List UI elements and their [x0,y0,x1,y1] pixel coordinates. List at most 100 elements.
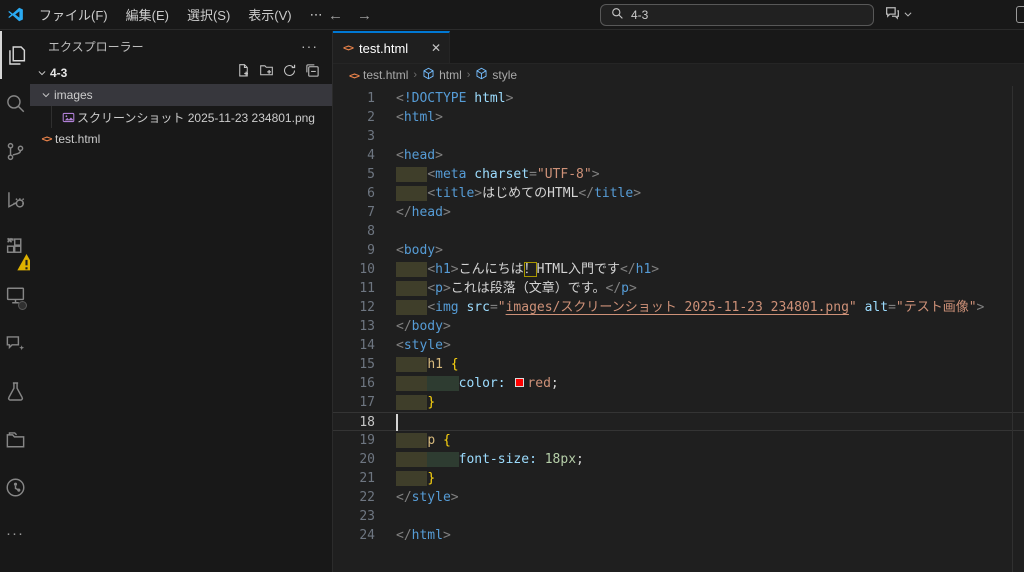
image-file-icon [60,111,77,124]
code-line-5[interactable]: 5 <meta charset="UTF-8"> [333,165,1024,184]
vscode-logo-icon[interactable] [0,6,30,23]
code-line-9[interactable]: 9<body> [333,241,1024,260]
files-explorer-icon[interactable] [0,31,30,79]
command-center-search[interactable]: 4-3 [600,4,874,26]
code-line-1[interactable]: 1<!DOCTYPE html> [333,89,1024,108]
explorer-section-header[interactable]: 4-3 [30,61,332,84]
code-line-24[interactable]: 24</html> [333,526,1024,545]
breadcrumb-item-style[interactable]: style [475,67,517,83]
extensions-icon[interactable] [0,223,30,271]
gutter-space [375,507,396,526]
title-bar: ファイル(F)編集(E)選択(S)表示(V)⋯ ← → 4-3 [0,0,1024,30]
breadcrumb-item-test.html[interactable]: <>test.html [349,68,408,82]
timeline-icon[interactable] [0,463,30,511]
token: h1 [427,357,443,372]
token: " [849,300,857,315]
explorer-title: エクスプローラー [48,38,144,55]
token: > [629,281,637,296]
new-folder-icon[interactable] [259,63,274,83]
token [396,433,427,448]
token: ！ [524,262,537,277]
code-line-8[interactable]: 8 [333,222,1024,241]
src-link[interactable]: images/スクリーンショット 2025-11-23 234801.png [506,300,849,315]
code-line-22[interactable]: 22</style> [333,488,1024,507]
token [396,300,427,315]
close-icon[interactable]: ✕ [431,41,441,55]
copilot-chat-button[interactable] [884,4,913,26]
token: img [435,300,458,315]
token: title [594,186,633,201]
token: </ [606,281,622,296]
token: { [443,433,451,448]
code-line-18[interactable]: 18 [333,412,1024,431]
token: = [888,300,896,315]
menu-item-4[interactable]: ⋯ [301,3,332,27]
folder-library-icon[interactable] [0,415,30,463]
gutter-space [375,526,396,545]
code-line-7[interactable]: 7</head> [333,203,1024,222]
source-control-icon[interactable] [0,127,30,175]
menu-item-0[interactable]: ファイル(F) [30,1,117,28]
line-number: 20 [333,450,375,469]
code-line-2[interactable]: 2<html> [333,108,1024,127]
collapse-all-icon[interactable] [305,63,320,83]
code-line-3[interactable]: 3 [333,127,1024,146]
code-line-20[interactable]: 20 font-size: 18px; [333,450,1024,469]
menu-item-3[interactable]: 表示(V) [239,1,300,28]
menu-item-2[interactable]: 選択(S) [178,1,239,28]
menu-item-1[interactable]: 編集(E) [117,1,178,28]
token: </ [396,319,412,334]
tree-row--2025-11-23-234801-png[interactable]: スクリーンショット 2025-11-23 234801.png [30,106,332,128]
code-line-13[interactable]: 13</body> [333,317,1024,336]
search-icon[interactable] [0,79,30,127]
token: body [404,243,435,258]
refresh-icon[interactable] [282,63,297,83]
code-line-11[interactable]: 11 <p>これは段落（文章）です。</p> [333,279,1024,298]
line-text: <style> [396,336,451,355]
code-line-16[interactable]: 16 color: red; [333,374,1024,393]
remote-explorer-icon[interactable] [0,271,30,319]
code-line-6[interactable]: 6 <title>はじめてのHTML</title> [333,184,1024,203]
token: </ [396,490,412,505]
explorer-more-icon[interactable]: ··· [301,38,318,54]
new-file-icon[interactable] [236,63,251,83]
code-line-14[interactable]: 14<style> [333,336,1024,355]
code-line-23[interactable]: 23 [333,507,1024,526]
line-text: </head> [396,203,451,222]
forward-icon[interactable]: → [357,7,372,24]
token: html [412,528,443,543]
line-text: <html> [396,108,443,127]
token: alt [865,300,888,315]
line-number: 12 [333,298,375,317]
activity-bar: ··· [0,31,30,572]
code-line-19[interactable]: 19 p { [333,431,1024,450]
gutter-space [375,469,396,488]
more-actions-icon[interactable]: ··· [6,525,24,542]
code-area[interactable]: 1<!DOCTYPE html>2<html>34<head>5 <meta c… [333,86,1024,545]
token [396,471,427,486]
tree-row-test-html[interactable]: <>test.html [30,128,332,150]
gutter-space [375,488,396,507]
token: ; [576,452,584,467]
code-line-21[interactable]: 21 } [333,469,1024,488]
code-line-15[interactable]: 15 h1 { [333,355,1024,374]
testing-icon[interactable] [0,367,30,415]
breadcrumb-item-html[interactable]: html [422,67,462,83]
code-line-4[interactable]: 4<head> [333,146,1024,165]
token: h1 [435,262,451,277]
vscode-window: ファイル(F)編集(E)選択(S)表示(V)⋯ ← → 4-3 ··· エクスプ… [0,0,1024,572]
run-debug-icon[interactable] [0,175,30,223]
line-number: 8 [333,222,375,241]
chat-icon[interactable] [0,319,30,367]
token [427,452,458,467]
line-number: 3 [333,127,375,146]
tree-row-images[interactable]: images [30,84,332,106]
code-line-17[interactable]: 17 } [333,393,1024,412]
back-icon[interactable]: ← [328,7,343,24]
tab-test-html[interactable]: <> test.html ✕ [333,31,450,63]
token: > [443,528,451,543]
code-line-10[interactable]: 10 <h1>こんにちは！HTML入門です</h1> [333,260,1024,279]
token: charset [474,167,529,182]
code-line-12[interactable]: 12 <img src="images/スクリーンショット 2025-11-23… [333,298,1024,317]
panel-layout-icon[interactable] [1016,6,1024,23]
